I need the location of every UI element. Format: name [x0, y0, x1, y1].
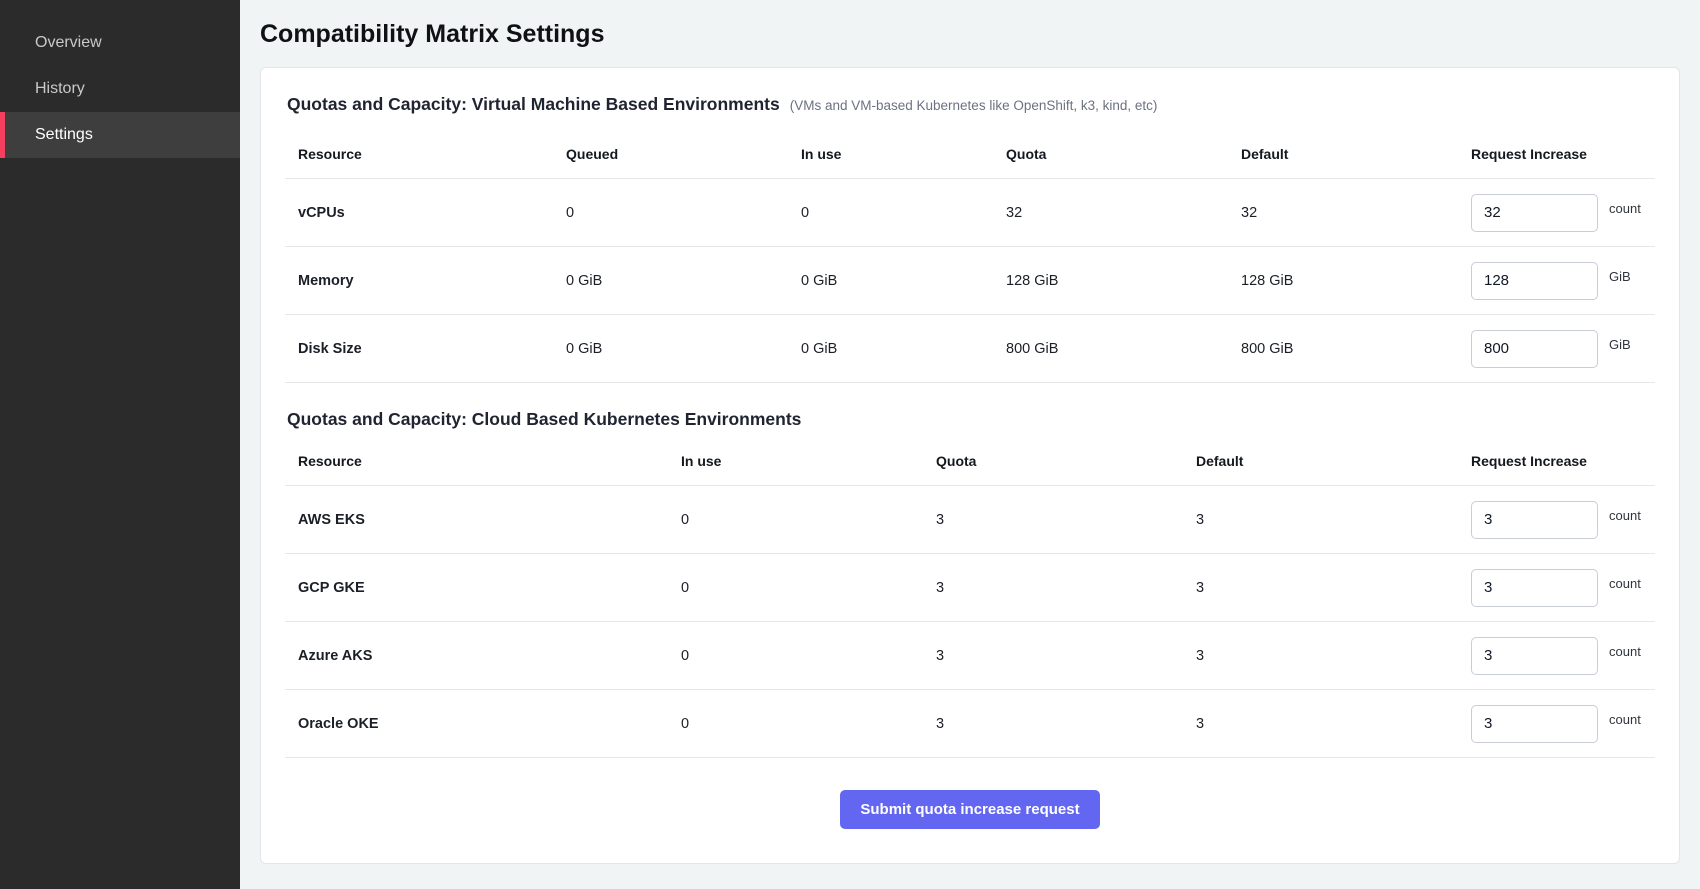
cloud-quota-table: Resource In use Quota Default Request In…: [285, 436, 1655, 758]
table-row-oracle-oke: Oracle OKE 0 3 3 count: [285, 690, 1655, 758]
cloud-section-header: Quotas and Capacity: Cloud Based Kuberne…: [285, 409, 1655, 430]
column-header-resource: Resource: [285, 146, 566, 162]
column-header-request-increase: Request Increase: [1471, 453, 1655, 469]
table-row-disk-size: Disk Size 0 GiB 0 GiB 800 GiB 800 GiB Gi…: [285, 315, 1655, 383]
submit-quota-increase-button[interactable]: Submit quota increase request: [840, 790, 1099, 829]
table-row-memory: Memory 0 GiB 0 GiB 128 GiB 128 GiB GiB: [285, 247, 1655, 315]
table-row-gcp-gke: GCP GKE 0 3 3 count: [285, 554, 1655, 622]
column-header-default: Default: [1241, 146, 1471, 162]
cell-quota: 3: [936, 512, 1196, 528]
cell-default: 3: [1196, 648, 1471, 664]
sidebar-item-history[interactable]: History: [0, 66, 240, 112]
cell-in-use: 0: [801, 205, 1006, 221]
column-header-default: Default: [1196, 453, 1471, 469]
gcp-gke-request-input[interactable]: [1471, 569, 1598, 607]
column-header-in-use: In use: [801, 146, 1006, 162]
sidebar-item-overview[interactable]: Overview: [0, 20, 240, 66]
unit-label: count: [1609, 712, 1641, 727]
vm-section-title: Quotas and Capacity: Virtual Machine Bas…: [287, 94, 780, 115]
cell-quota: 3: [936, 580, 1196, 596]
column-header-request-increase: Request Increase: [1471, 146, 1655, 162]
cell-quota: 32: [1006, 205, 1241, 221]
oracle-oke-request-input[interactable]: [1471, 705, 1598, 743]
cell-in-use: 0: [681, 648, 936, 664]
vm-quota-table: Resource Queued In use Quota Default Req…: [285, 129, 1655, 383]
cloud-table-header-row: Resource In use Quota Default Request In…: [285, 436, 1655, 486]
cell-resource: Memory: [285, 273, 566, 289]
cell-in-use: 0 GiB: [801, 341, 1006, 357]
unit-label: GiB: [1609, 337, 1631, 352]
cell-quota: 3: [936, 648, 1196, 664]
cell-in-use: 0: [681, 580, 936, 596]
disk-size-request-input[interactable]: [1471, 330, 1598, 368]
cell-request-increase: count: [1471, 501, 1655, 539]
cell-quota: 800 GiB: [1006, 341, 1241, 357]
cell-resource: vCPUs: [285, 205, 566, 221]
unit-label: count: [1609, 201, 1641, 216]
table-row-vcpus: vCPUs 0 0 32 32 count: [285, 179, 1655, 247]
cell-default: 128 GiB: [1241, 273, 1471, 289]
cell-default: 800 GiB: [1241, 341, 1471, 357]
cell-queued: 0 GiB: [566, 273, 801, 289]
cell-quota: 128 GiB: [1006, 273, 1241, 289]
cell-request-increase: GiB: [1471, 262, 1655, 300]
app: Overview History Settings Compatibility …: [0, 0, 1700, 889]
column-header-in-use: In use: [681, 453, 936, 469]
unit-label: GiB: [1609, 269, 1631, 284]
table-row-azure-aks: Azure AKS 0 3 3 count: [285, 622, 1655, 690]
cell-in-use: 0: [681, 512, 936, 528]
column-header-quota: Quota: [1006, 146, 1241, 162]
column-header-quota: Quota: [936, 453, 1196, 469]
cell-request-increase: count: [1471, 194, 1655, 232]
cell-resource: GCP GKE: [285, 580, 681, 596]
column-header-resource: Resource: [285, 453, 681, 469]
cell-request-increase: GiB: [1471, 330, 1655, 368]
vm-table-header-row: Resource Queued In use Quota Default Req…: [285, 129, 1655, 179]
aws-eks-request-input[interactable]: [1471, 501, 1598, 539]
table-row-aws-eks: AWS EKS 0 3 3 count: [285, 486, 1655, 554]
azure-aks-request-input[interactable]: [1471, 637, 1598, 675]
cell-resource: AWS EKS: [285, 512, 681, 528]
cell-queued: 0: [566, 205, 801, 221]
cell-default: 3: [1196, 716, 1471, 732]
cell-queued: 0 GiB: [566, 341, 801, 357]
cell-default: 32: [1241, 205, 1471, 221]
unit-label: count: [1609, 508, 1641, 523]
unit-label: count: [1609, 644, 1641, 659]
sidebar: Overview History Settings: [0, 0, 240, 889]
sidebar-item-settings[interactable]: Settings: [0, 112, 240, 158]
cell-in-use: 0 GiB: [801, 273, 1006, 289]
memory-request-input[interactable]: [1471, 262, 1598, 300]
vcpus-request-input[interactable]: [1471, 194, 1598, 232]
cell-resource: Oracle OKE: [285, 716, 681, 732]
cell-default: 3: [1196, 512, 1471, 528]
cell-request-increase: count: [1471, 569, 1655, 607]
cell-in-use: 0: [681, 716, 936, 732]
cell-resource: Azure AKS: [285, 648, 681, 664]
cell-request-increase: count: [1471, 637, 1655, 675]
submit-row: Submit quota increase request: [285, 790, 1655, 829]
page-title: Compatibility Matrix Settings: [260, 20, 1680, 49]
cell-default: 3: [1196, 580, 1471, 596]
column-header-queued: Queued: [566, 146, 801, 162]
cell-quota: 3: [936, 716, 1196, 732]
quota-settings-card: Quotas and Capacity: Virtual Machine Bas…: [260, 67, 1680, 864]
vm-section-header: Quotas and Capacity: Virtual Machine Bas…: [285, 94, 1655, 115]
main-content: Compatibility Matrix Settings Quotas and…: [240, 0, 1700, 889]
vm-section-subtitle: (VMs and VM-based Kubernetes like OpenSh…: [790, 98, 1158, 113]
unit-label: count: [1609, 576, 1641, 591]
cell-request-increase: count: [1471, 705, 1655, 743]
cloud-section-title: Quotas and Capacity: Cloud Based Kuberne…: [287, 409, 801, 430]
cell-resource: Disk Size: [285, 341, 566, 357]
